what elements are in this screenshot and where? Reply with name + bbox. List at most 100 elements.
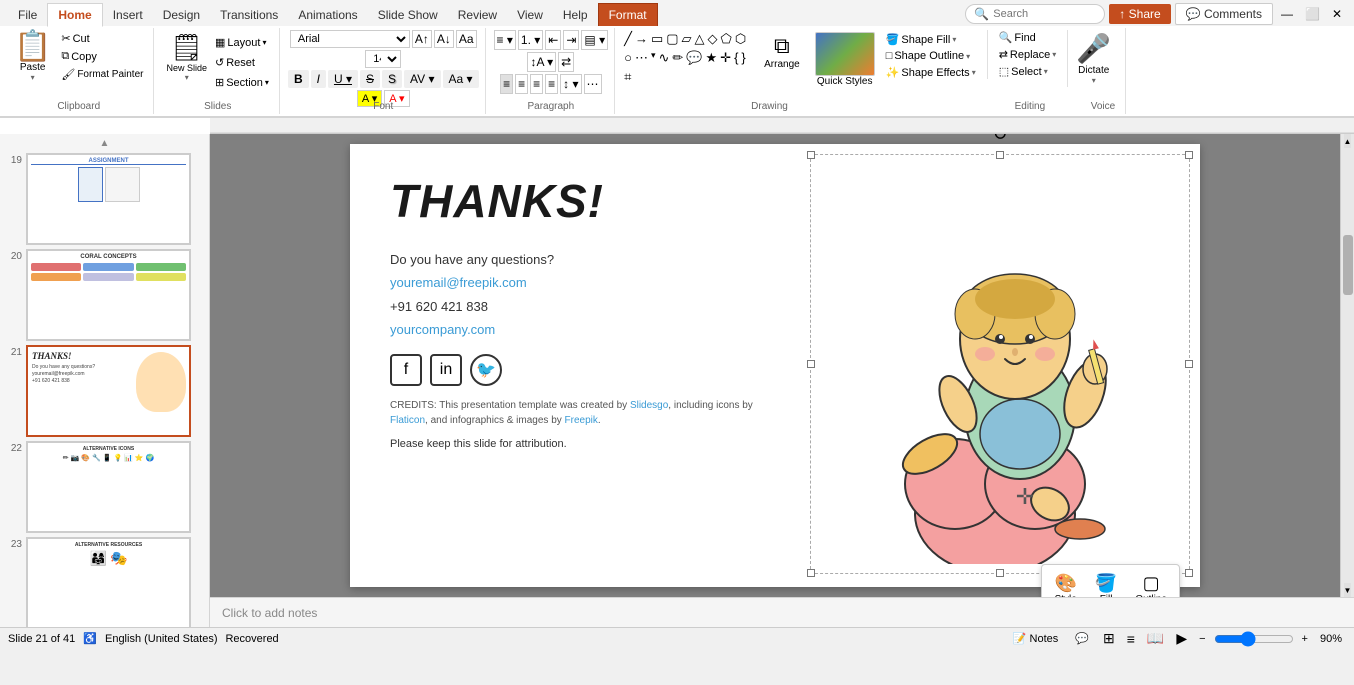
handle-bm[interactable] (996, 569, 1004, 577)
tab-design[interactable]: Design (153, 4, 210, 26)
underline-button[interactable]: U ▾ (328, 70, 358, 88)
align-center-button[interactable]: ≡ (515, 74, 528, 94)
vertical-scrollbar[interactable]: ▲ ▼ (1340, 134, 1354, 597)
character-illustration[interactable]: ↻ (810, 154, 1190, 597)
new-slide-button[interactable]: 🗒 New Slide ▾ (162, 30, 211, 84)
align-right-button[interactable]: ≡ (530, 74, 543, 94)
text-direction-button[interactable]: ↕A ▾ (527, 52, 556, 72)
notes-bar[interactable]: Click to add notes (210, 597, 1354, 627)
increase-font-icon[interactable]: A↑ (412, 30, 432, 48)
facebook-icon[interactable]: f (390, 354, 422, 386)
quick-styles-button[interactable]: Quick Styles (811, 30, 879, 89)
format-painter-button[interactable]: 🖌 Format Painter (57, 66, 147, 83)
handle-br[interactable] (1185, 569, 1193, 577)
slide-canvas[interactable]: THANKS! Do you have any questions? youre… (350, 144, 1200, 587)
scroll-thumb[interactable] (1343, 235, 1353, 295)
tab-format[interactable]: Format (598, 3, 658, 26)
reading-view-button[interactable]: 📖 (1143, 628, 1168, 649)
bold-button[interactable]: B (288, 70, 309, 88)
shape-parallelogram[interactable]: ▱ (681, 30, 693, 48)
minimize-icon[interactable]: — (1277, 5, 1297, 23)
zoom-out-button[interactable]: − (1195, 631, 1209, 647)
tab-insert[interactable]: Insert (103, 4, 153, 26)
strikethrough-button[interactable]: S (360, 70, 380, 88)
tab-transitions[interactable]: Transitions (210, 4, 288, 26)
close-icon[interactable]: ✕ (1328, 5, 1346, 23)
cut-button[interactable]: ✂ Cut (57, 30, 147, 47)
comments-button[interactable]: 💬 Comments (1175, 3, 1273, 25)
shape-hexagon[interactable]: ⬡ (734, 30, 747, 48)
columns-button[interactable]: ▤ ▾ (581, 30, 608, 50)
slide-img-23[interactable]: ALTERNATIVE RESOURCES 👨‍👩‍👧 🎭 (26, 537, 191, 627)
tab-help[interactable]: Help (553, 4, 598, 26)
slide-img-21[interactable]: THANKS! Do you have any questions? youre… (26, 345, 191, 437)
paste-button[interactable]: 📋 Paste ▾ (10, 30, 55, 84)
shape-rounded-rect[interactable]: ▢ (665, 30, 679, 48)
handle-mr[interactable] (1185, 360, 1193, 368)
decrease-indent-button[interactable]: ⇤ (545, 30, 561, 50)
share-button[interactable]: ↑ Share (1109, 4, 1170, 24)
shape-diamond[interactable]: ◇ (707, 30, 719, 48)
shape-rect[interactable]: ▭ (650, 30, 664, 48)
style-mini-button[interactable]: 🎨 Style (1046, 569, 1084, 597)
increase-indent-button[interactable]: ⇥ (563, 30, 579, 50)
layout-button[interactable]: ▦ Layout ▾ (211, 34, 273, 51)
linkedin-icon[interactable]: in (430, 354, 462, 386)
outline-view-button[interactable]: ≡ (1123, 629, 1139, 649)
italic-button[interactable]: I (311, 70, 326, 88)
tab-review[interactable]: Review (448, 4, 507, 26)
shape-star[interactable]: ★ (705, 49, 719, 67)
justify-button[interactable]: ≡ (545, 74, 558, 94)
arrange-button[interactable]: ⧉ Arrange (757, 30, 807, 73)
shape-more[interactable]: ⋯ (634, 49, 649, 67)
slide-img-22[interactable]: ALTERNATIVE ICONS ✏📷🎨 🔧📱💡 📊⭐🌍 (26, 441, 191, 533)
shape-circle[interactable]: ○ (623, 49, 633, 67)
align-left-button[interactable]: ≡ (500, 74, 513, 94)
numbering-button[interactable]: 1. ▾ (518, 30, 543, 50)
tab-animations[interactable]: Animations (288, 4, 367, 26)
slide-thumb-21[interactable]: 21 THANKS! Do you have any questions? yo… (4, 345, 205, 437)
search-input[interactable] (989, 8, 1099, 20)
handle-bl[interactable] (807, 569, 815, 577)
shape-line[interactable]: ╱ (623, 30, 633, 48)
shape-triangle[interactable]: △ (694, 30, 706, 48)
convert-button[interactable]: ⇄ (558, 52, 574, 72)
slide-thumb-23[interactable]: 23 ALTERNATIVE RESOURCES 👨‍👩‍👧 🎭 (4, 537, 205, 627)
zoom-in-button[interactable]: + (1298, 631, 1312, 647)
shape-curve[interactable]: ∿ (658, 49, 671, 67)
tab-home[interactable]: Home (47, 3, 102, 27)
shape-cross[interactable]: ✛ (719, 49, 732, 67)
tab-view[interactable]: View (507, 4, 553, 26)
reset-button[interactable]: ↺ Reset (211, 54, 273, 71)
shape-arrow[interactable]: → (634, 30, 649, 48)
outline-mini-button[interactable]: ▢ Outline (1127, 569, 1175, 597)
tab-file[interactable]: File (8, 4, 47, 26)
shape-outline-button[interactable]: □ Shape Outline ▾ (883, 49, 979, 63)
font-family-select[interactable]: Arial (290, 30, 410, 48)
dictate-button[interactable]: 🎤 Dictate ▾ (1067, 30, 1119, 87)
shape-fill-button[interactable]: 🪣 Shape Fill ▾ (883, 32, 979, 47)
shape-effects-button[interactable]: ✨ Shape Effects ▾ (883, 65, 979, 80)
handle-tr[interactable] (1185, 151, 1193, 159)
slide-img-19[interactable]: ASSIGNMENT (26, 153, 191, 245)
zoom-slider[interactable] (1214, 631, 1294, 647)
scroll-track[interactable] (1341, 148, 1354, 583)
zoom-level[interactable]: 90% (1316, 631, 1346, 647)
find-button[interactable]: 🔍 Find (996, 30, 1060, 45)
slide-thumb-22[interactable]: 22 ALTERNATIVE ICONS ✏📷🎨 🔧📱💡 📊⭐🌍 (4, 441, 205, 533)
slideshow-view-button[interactable]: ▶ (1172, 628, 1191, 649)
fill-mini-button[interactable]: 🪣 Fill (1087, 569, 1125, 597)
replace-button[interactable]: ⇄ Replace ▾ (996, 47, 1060, 62)
shape-callout[interactable]: 💬 (685, 49, 703, 67)
expand-icon[interactable]: ⬜ (1301, 5, 1324, 23)
decrease-font-icon[interactable]: A↓ (434, 30, 454, 48)
shape-freeform[interactable]: ✏ (671, 49, 684, 67)
bullets-button[interactable]: ≡ ▾ (494, 30, 516, 50)
normal-view-button[interactable]: ⊞ (1099, 628, 1119, 649)
select-button[interactable]: ⬚ Select ▾ (996, 64, 1060, 79)
section-button[interactable]: ⊞ Section ▾ (211, 74, 273, 91)
copy-button[interactable]: ⧉ Copy (57, 48, 147, 65)
spacing-button[interactable]: AV ▾ (404, 70, 440, 88)
slide-panel-scroll-up[interactable]: ▲ (4, 138, 205, 149)
case-button[interactable]: Aa ▾ (443, 70, 479, 88)
